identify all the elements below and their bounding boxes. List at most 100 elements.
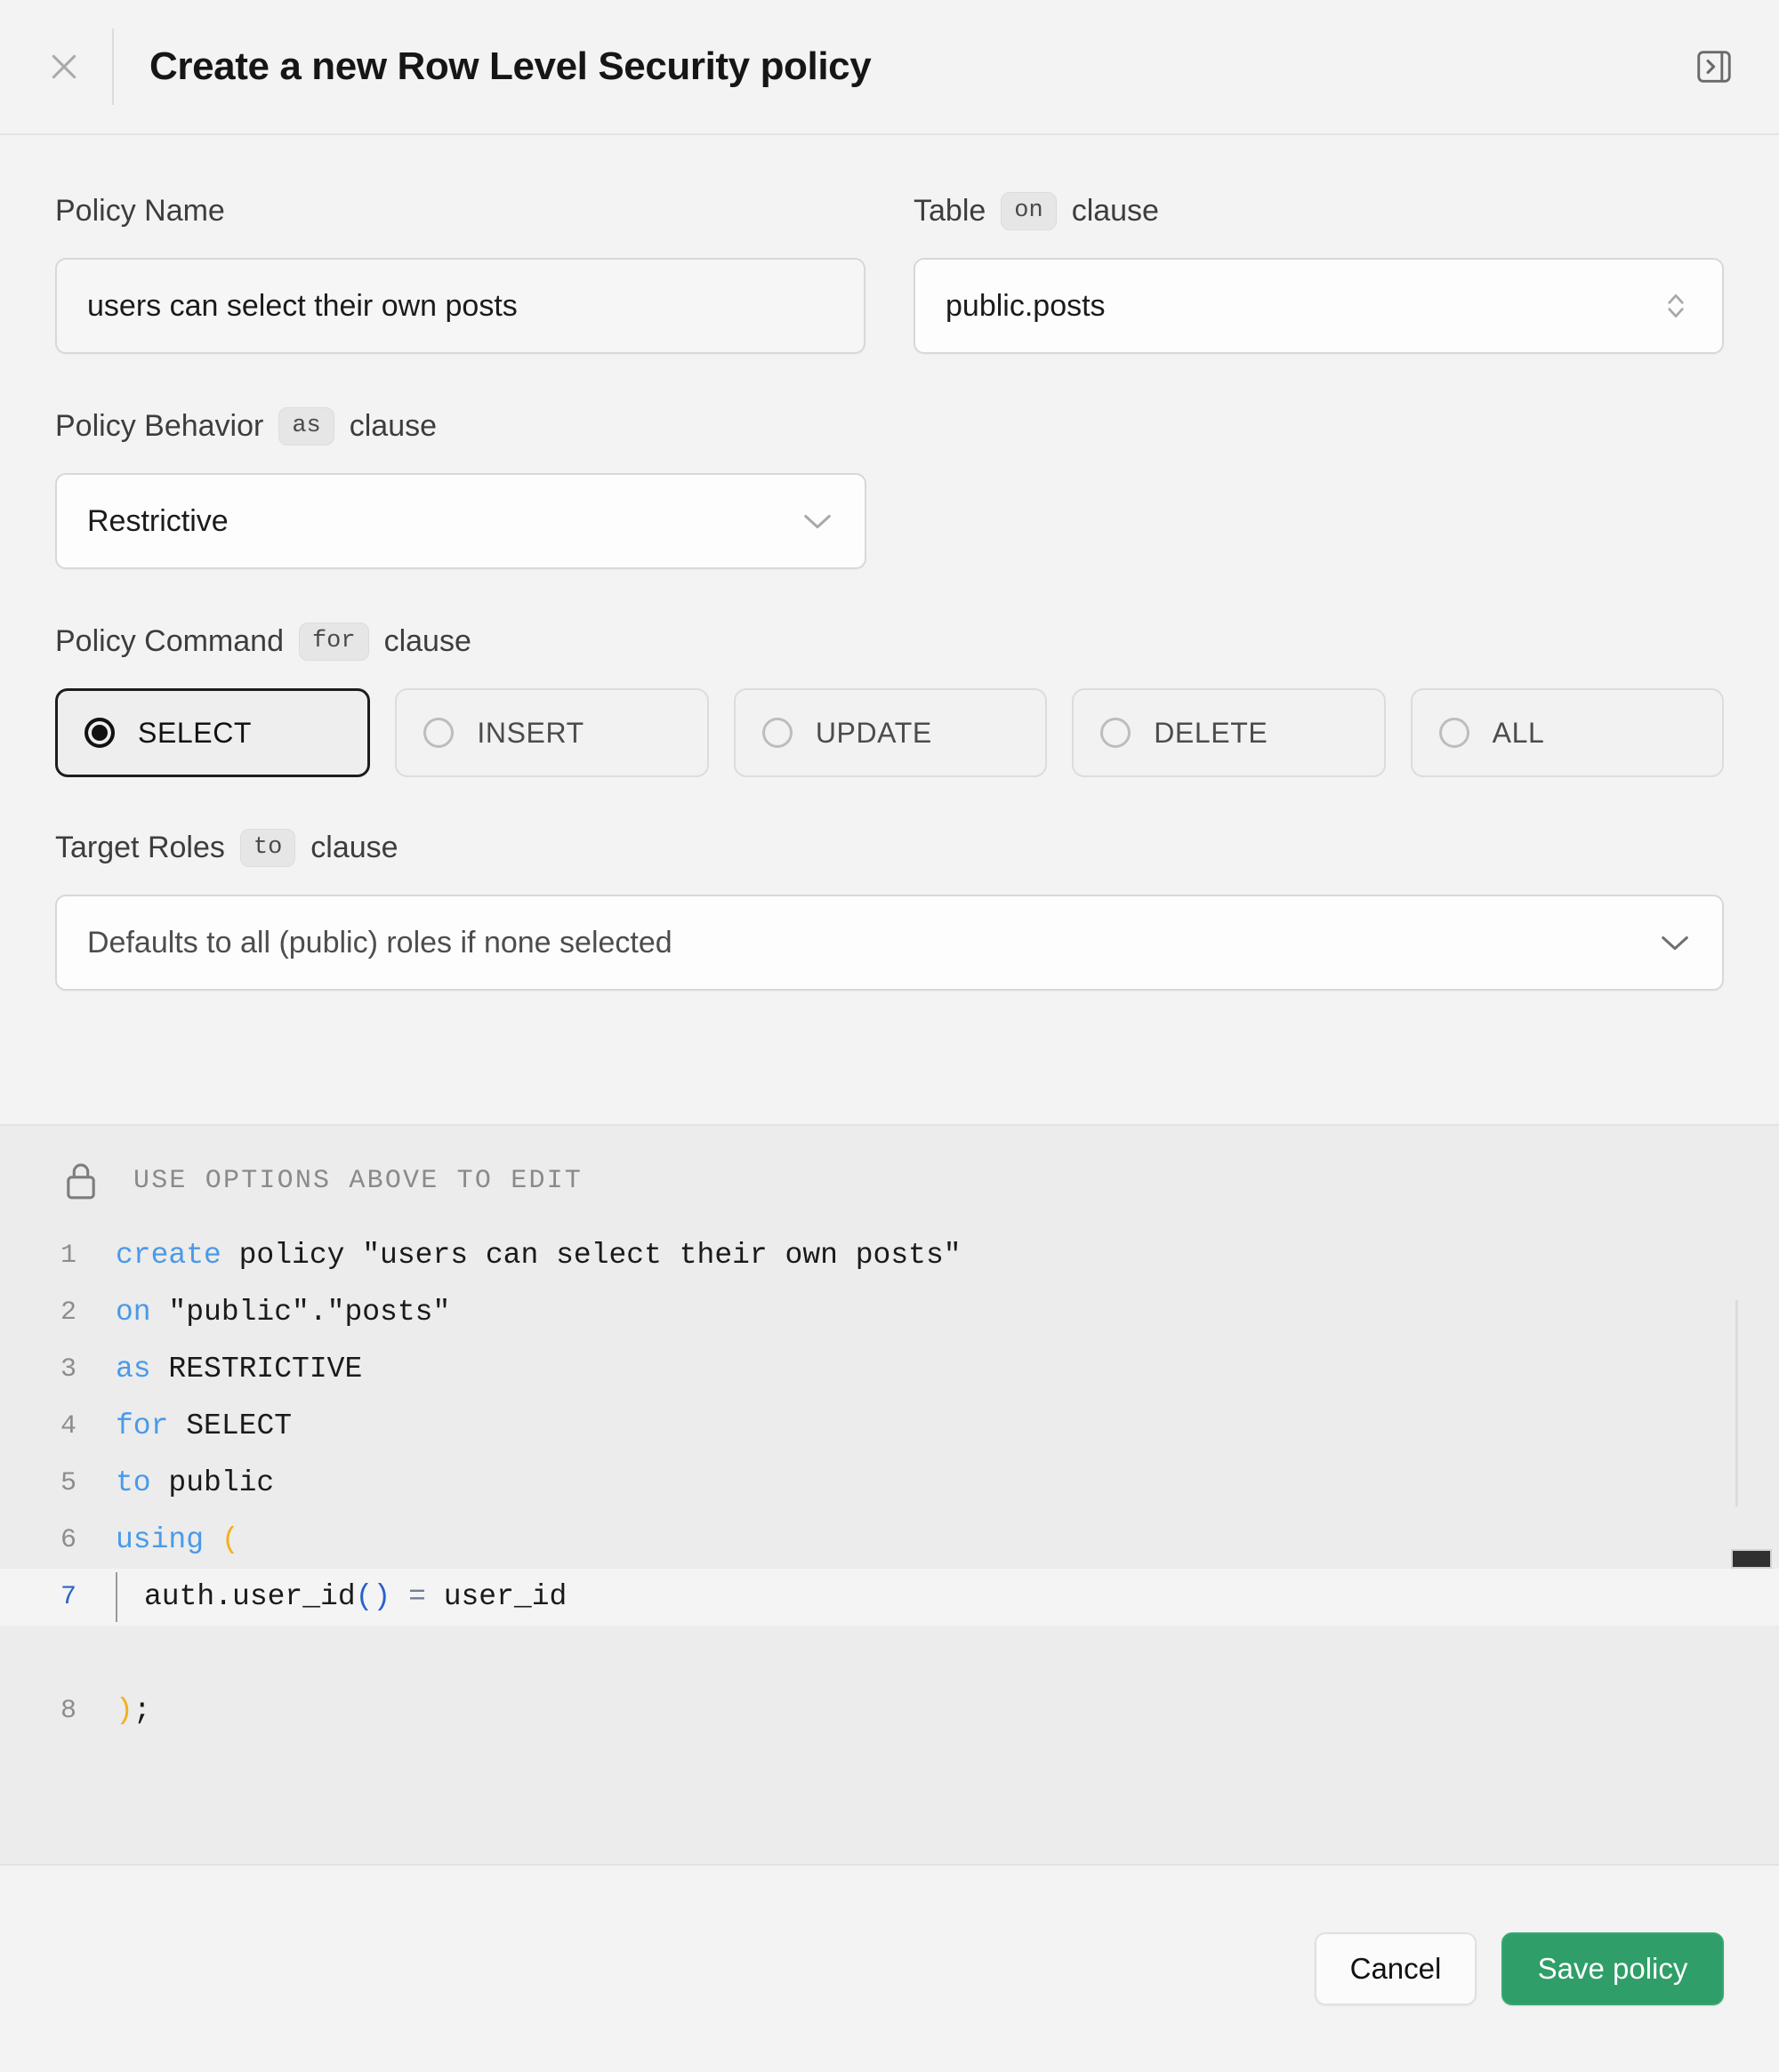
code-blank-line	[0, 1626, 1779, 1682]
line-number: 1	[0, 1227, 96, 1284]
chevron-up-down-icon	[1660, 288, 1692, 324]
radio-dot-icon	[1439, 718, 1469, 748]
code-line: 3 as RESTRICTIVE	[0, 1341, 1779, 1398]
cancel-button-label: Cancel	[1350, 1952, 1442, 1986]
code-line-active: 7 auth.user_id() = user_id	[0, 1569, 1779, 1626]
form-row-name-table: Policy Name users can select their own p…	[55, 187, 1724, 354]
editor-vertical-rule	[1735, 1300, 1738, 1506]
sql-preview-editor: USE OPTIONS ABOVE TO EDIT 1 create polic…	[0, 1126, 1779, 1866]
code-rest: "public"."posts"	[151, 1296, 451, 1329]
page-title: Create a new Row Level Security policy	[149, 44, 871, 89]
policy-behavior-clause-word: clause	[350, 409, 437, 444]
code-column: user_id	[444, 1580, 568, 1613]
editor-lock-notice: USE OPTIONS ABOVE TO EDIT	[133, 1166, 583, 1196]
table-clause-word: clause	[1072, 194, 1159, 229]
sql-keyword: to	[116, 1466, 151, 1499]
policy-name-label-row: Policy Name	[55, 187, 865, 235]
save-policy-button-label: Save policy	[1538, 1952, 1688, 1986]
policy-command-label-row: Policy Command for clause	[55, 617, 1724, 665]
radio-label: INSERT	[477, 717, 584, 750]
code-rest: public	[151, 1466, 275, 1499]
code-line-text: );	[96, 1682, 151, 1739]
policy-behavior-clause-chip: as	[278, 407, 334, 446]
editor-scrollbar-thumb[interactable]	[1731, 1549, 1772, 1569]
radio-dot-icon	[423, 718, 454, 748]
header-divider	[112, 28, 114, 105]
code-line: 6 using (	[0, 1512, 1779, 1569]
target-roles-label: Target Roles	[55, 831, 225, 865]
table-select[interactable]: public.posts	[914, 258, 1724, 354]
policy-form: Policy Name users can select their own p…	[0, 135, 1779, 1126]
code-line: 2 on "public"."posts"	[0, 1284, 1779, 1341]
policy-command-group: Policy Command for clause SELECT INSERT …	[55, 617, 1724, 777]
radio-option-update[interactable]: UPDATE	[734, 688, 1047, 777]
radio-label: DELETE	[1154, 717, 1268, 750]
radio-option-insert[interactable]: INSERT	[395, 688, 708, 777]
cancel-button[interactable]: Cancel	[1315, 1932, 1477, 2005]
sql-keyword: on	[116, 1296, 151, 1329]
policy-command-radio-group: SELECT INSERT UPDATE DELETE ALL	[55, 688, 1724, 777]
code-line-text: create policy "users can select their ow…	[96, 1227, 962, 1284]
target-roles-select[interactable]: Defaults to all (public) roles if none s…	[55, 895, 1724, 991]
editor-lock-row: USE OPTIONS ABOVE TO EDIT	[0, 1126, 1779, 1227]
policy-command-clause-word: clause	[384, 624, 471, 659]
sql-keyword: as	[116, 1353, 151, 1385]
radio-option-delete[interactable]: DELETE	[1072, 688, 1385, 777]
line-number: 5	[0, 1455, 96, 1512]
close-button[interactable]	[44, 47, 84, 86]
radio-dot-icon	[1100, 718, 1131, 748]
radio-label: UPDATE	[816, 717, 932, 750]
indent-guide	[116, 1572, 117, 1622]
line-number: 7	[0, 1569, 96, 1626]
code-line-text: auth.user_id() = user_id	[144, 1569, 567, 1626]
policy-name-group: Policy Name users can select their own p…	[55, 187, 865, 354]
policy-name-label: Policy Name	[55, 194, 225, 229]
save-policy-button[interactable]: Save policy	[1501, 1932, 1724, 2005]
open-bracket: (	[221, 1523, 239, 1556]
code-line-text: to public	[96, 1455, 274, 1512]
policy-behavior-select[interactable]: Restrictive	[55, 473, 866, 569]
policy-behavior-label: Policy Behavior	[55, 409, 263, 444]
policy-behavior-label-row: Policy Behavior as clause	[55, 402, 1724, 450]
radio-dot-icon	[85, 718, 115, 748]
code-rest: SELECT	[168, 1409, 292, 1442]
line-number: 3	[0, 1341, 96, 1398]
lock-icon	[62, 1160, 100, 1202]
code-line-text: using (	[96, 1512, 239, 1569]
radio-label: SELECT	[138, 717, 252, 750]
dialog-header: Create a new Row Level Security policy	[0, 0, 1779, 135]
panel-right-expand-icon	[1694, 46, 1735, 87]
code-line: 5 to public	[0, 1455, 1779, 1512]
target-roles-group: Target Roles to clause Defaults to all (…	[55, 823, 1724, 991]
code-identifier: auth.user_id	[144, 1580, 356, 1613]
policy-behavior-value: Restrictive	[87, 504, 229, 539]
code-line-text: as RESTRICTIVE	[96, 1341, 362, 1398]
call-parens: ()	[356, 1580, 391, 1613]
radio-label: ALL	[1493, 717, 1545, 750]
sql-keyword: create	[116, 1239, 221, 1272]
sql-keyword: for	[116, 1409, 168, 1442]
radio-dot-icon	[762, 718, 793, 748]
table-group: Table on clause public.posts	[914, 187, 1724, 354]
code-line: 8 );	[0, 1682, 1779, 1739]
policy-behavior-group: Policy Behavior as clause Restrictive	[55, 402, 1724, 569]
line-number: 4	[0, 1398, 96, 1455]
panel-expand-button[interactable]	[1694, 46, 1735, 87]
close-bracket: )	[116, 1694, 133, 1727]
radio-option-select[interactable]: SELECT	[55, 688, 370, 777]
rls-policy-dialog: Create a new Row Level Security policy P…	[0, 0, 1779, 2072]
line-number: 6	[0, 1512, 96, 1569]
table-label-row: Table on clause	[914, 187, 1724, 235]
dialog-footer: Cancel Save policy	[0, 1866, 1779, 2072]
code-line: 4 for SELECT	[0, 1398, 1779, 1455]
sql-keyword: using	[116, 1523, 204, 1556]
code-rest: policy "users can select their own posts…	[221, 1239, 962, 1272]
table-clause-chip: on	[1001, 192, 1056, 230]
target-roles-clause-chip: to	[240, 829, 295, 867]
target-roles-clause-word: clause	[310, 831, 398, 865]
code-line: 1 create policy "users can select their …	[0, 1227, 1779, 1284]
policy-name-input[interactable]: users can select their own posts	[55, 258, 865, 354]
radio-option-all[interactable]: ALL	[1411, 688, 1724, 777]
code-line-text: for SELECT	[96, 1398, 292, 1455]
chevron-down-icon	[801, 510, 834, 533]
